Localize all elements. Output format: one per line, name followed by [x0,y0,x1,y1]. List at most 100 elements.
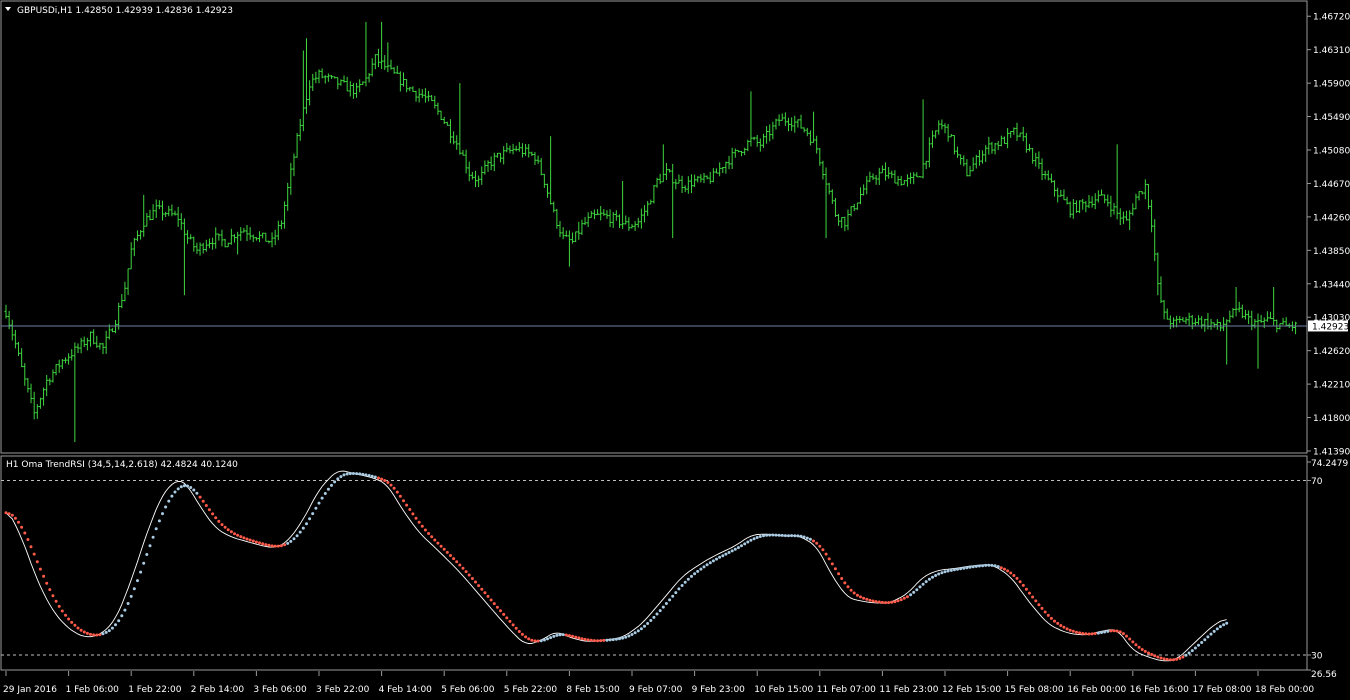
signal-dot [42,574,46,578]
signal-dot [909,593,913,597]
signal-dot [301,526,305,530]
signal-dot [286,541,290,545]
signal-dot [859,595,862,599]
signal-dot [517,630,521,633]
signal-dot [602,638,606,642]
signal-dot [599,639,603,643]
signal-dot [1115,629,1119,633]
signal-dot [1043,610,1047,614]
signal-dot [1140,648,1144,651]
signal-dot [589,638,593,642]
price-axis-label: 1.46720 [1313,13,1350,23]
signal-dot [1068,628,1072,632]
signal-dot [862,596,866,600]
signal-dot [326,487,330,491]
signal-dot [317,501,321,505]
time-axis-label: 15 Feb 08:00 [1005,685,1064,695]
signal-dot [211,512,215,516]
signal-dot [1087,632,1091,636]
indicator-title: H1 Oma TrendRSI (34,5,14,2.618) 42.4824 … [6,460,238,470]
signal-dot [333,480,337,484]
signal-dot [690,574,693,578]
signal-dot [812,539,815,543]
signal-dot [921,582,925,586]
signal-dot [855,593,859,597]
signal-dot [198,495,202,499]
signal-dot [940,571,944,575]
signal-dot [931,575,934,579]
signal-dot [1128,637,1132,641]
signal-dot [495,605,499,609]
signal-dot [937,572,941,576]
signal-dot [736,546,740,550]
signal-dot [1137,645,1141,649]
signal-dot [204,504,208,507]
signal-dot [373,475,377,479]
signal-dot [1071,629,1075,633]
signal-dot [520,632,524,636]
signal-dot [1215,627,1219,631]
signal-dot [884,601,887,605]
signal-dot [380,477,384,481]
signal-dot [261,542,265,546]
signal-dot [1065,627,1069,631]
price-axis-label: 1.41390 [1313,448,1350,458]
signal-dot [577,636,581,640]
signal-dot [912,590,916,594]
signal-dot [893,600,897,604]
time-axis-label: 11 Feb 23:00 [879,685,938,695]
signal-dot [671,594,675,598]
signal-dot [480,587,484,591]
signal-dot [383,479,387,482]
signal-dot [164,505,168,509]
signal-dot [1187,651,1191,655]
signal-dot [64,613,67,617]
signal-dot [981,564,985,568]
bid-price-label: 1.42923 [1308,320,1349,332]
price-chart-panel[interactable]: 1.46720 1.46310 1.45900 1.45490 1.45080 1.446… [0,0,1350,458]
signal-dot [802,535,806,539]
signal-dot [639,627,643,631]
signal-dot [223,525,227,529]
signal-dot [1084,632,1088,636]
signal-dot [98,633,102,637]
signal-dot [4,511,8,515]
signal-dot [29,545,33,549]
time-axis-label: 3 Feb 06:00 [253,685,307,695]
signal-dot [151,535,155,539]
signal-dot [420,524,424,528]
signal-dot [430,535,434,539]
signal-dot [267,543,271,547]
signal-dot [871,599,875,603]
signal-dot [1203,638,1207,642]
symbol-header[interactable]: GBPUSDi,H1 1.42850 1.42939 1.42836 1.429… [5,6,233,16]
signal-dot [1096,631,1100,635]
signal-dot [596,639,600,643]
signal-dot [136,579,139,583]
signal-dot [586,638,590,642]
signal-dot [1121,632,1125,636]
signal-dot [533,639,537,643]
trading-chart-window[interactable]: 1.46720 1.46310 1.45900 1.45490 1.45080 1.446… [0,0,1350,700]
signal-dot [1059,624,1063,627]
signal-dot [308,517,312,521]
signal-dot [1078,631,1082,635]
indicator-level-high: 70 [1311,477,1323,487]
indicator-panel[interactable]: H1 Oma TrendRSI (34,5,14,2.618) 42.4824 … [0,455,1348,680]
signal-dot [486,594,490,598]
signal-dot [104,630,108,634]
signal-dot [233,532,236,536]
signal-dot [179,485,183,489]
signal-dot [452,557,456,561]
signal-dot [1046,613,1050,617]
signal-dot [342,473,346,477]
signal-dot [367,474,371,477]
signal-dot [1112,629,1116,633]
signal-dot [467,573,471,577]
signal-dot [167,499,171,503]
signal-dot [1159,656,1163,660]
signal-dot [608,638,612,642]
signal-dot [564,633,568,637]
signal-dot [996,565,1000,569]
signal-dot [305,522,308,526]
